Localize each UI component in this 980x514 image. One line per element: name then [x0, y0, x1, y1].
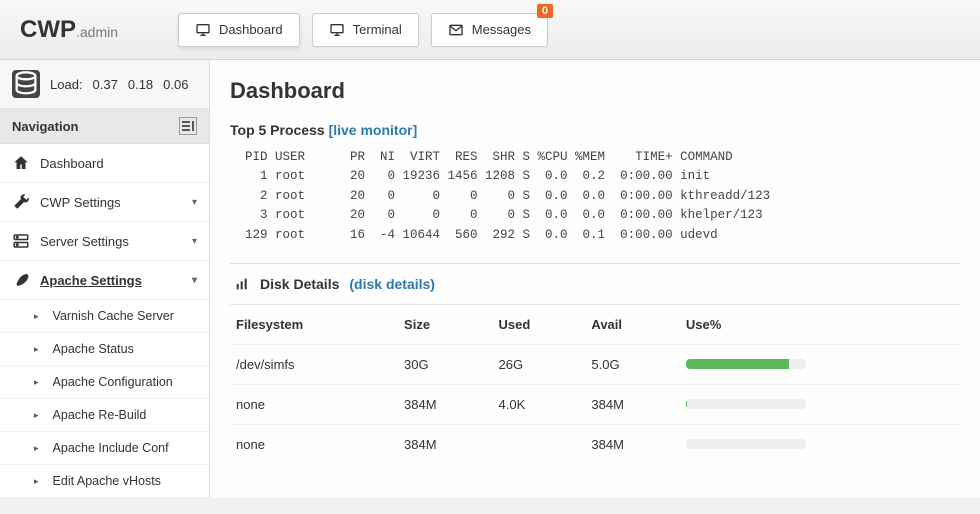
- cell-fs: /dev/simfs: [230, 344, 398, 384]
- load-box: Load: 0.37 0.18 0.06: [0, 60, 209, 109]
- sidebar-sub-apache-include[interactable]: Apache Include Conf: [0, 432, 209, 465]
- cell-fs: none: [230, 384, 398, 424]
- sidebar-item-label: Apache Settings: [40, 273, 142, 288]
- cell-fs: none: [230, 424, 398, 464]
- home-icon: [12, 154, 30, 172]
- terminal-tab[interactable]: Terminal: [312, 13, 419, 47]
- cell-used: 26G: [493, 344, 586, 384]
- terminal-icon: [329, 22, 345, 38]
- th-usep: Use%: [680, 305, 960, 345]
- usage-bar: [686, 359, 806, 369]
- cell-size: 384M: [398, 424, 492, 464]
- load-label: Load:: [50, 77, 83, 92]
- disk-details-link[interactable]: (disk details): [349, 276, 435, 292]
- sidebar-item-server-settings[interactable]: Server Settings: [0, 222, 209, 261]
- monitor-icon: [195, 22, 211, 38]
- th-used: Used: [493, 305, 586, 345]
- live-monitor-link[interactable]: [live monitor]: [329, 122, 418, 138]
- nav-collapse-icon[interactable]: [179, 117, 197, 135]
- disk-panel-header: Disk Details (disk details): [230, 264, 960, 305]
- dashboard-tab-label: Dashboard: [219, 22, 283, 37]
- cell-usep: [680, 384, 960, 424]
- disk-panel-title: Disk Details: [260, 276, 339, 292]
- messages-badge: 0: [537, 4, 553, 18]
- cell-size: 30G: [398, 344, 492, 384]
- main-content: Dashboard Top 5 Process [live monitor] P…: [210, 60, 980, 498]
- table-row: none384M4.0K384M: [230, 384, 960, 424]
- usage-bar: [686, 439, 806, 449]
- th-size: Size: [398, 305, 492, 345]
- cell-avail: 384M: [585, 424, 679, 464]
- cell-usep: [680, 344, 960, 384]
- process-heading: Top 5 Process [live monitor]: [230, 122, 960, 138]
- topnav: Dashboard Terminal Messages 0: [178, 13, 548, 47]
- cell-avail: 384M: [585, 384, 679, 424]
- sidebar-sub-apache-vhosts[interactable]: Edit Apache vHosts: [0, 465, 209, 498]
- dashboard-tab[interactable]: Dashboard: [178, 13, 300, 47]
- page-title: Dashboard: [230, 78, 960, 104]
- sidebar-item-apache-settings[interactable]: Apache Settings: [0, 261, 209, 300]
- nav-header: Navigation: [0, 109, 209, 144]
- sidebar-item-cwp-settings[interactable]: CWP Settings: [0, 183, 209, 222]
- database-icon: [12, 70, 40, 98]
- sidebar-item-label: Server Settings: [40, 234, 129, 249]
- cell-used: 4.0K: [493, 384, 586, 424]
- nav-header-label: Navigation: [12, 119, 78, 134]
- sidebar-sub-apache-conf[interactable]: Apache Configuration: [0, 366, 209, 399]
- process-heading-text: Top 5 Process: [230, 122, 329, 138]
- load-3: 0.06: [163, 77, 188, 92]
- table-row: none384M384M: [230, 424, 960, 464]
- logo: CWP.admin: [20, 16, 118, 44]
- envelope-icon: [448, 22, 464, 38]
- cell-size: 384M: [398, 384, 492, 424]
- messages-tab-label: Messages: [472, 22, 531, 37]
- wrench-icon: [12, 193, 30, 211]
- load-1: 0.37: [93, 77, 118, 92]
- load-2: 0.18: [128, 77, 153, 92]
- disk-table: Filesystem Size Used Avail Use% /dev/sim…: [230, 305, 960, 464]
- process-table: PID USER PR NI VIRT RES SHR S %CPU %MEM …: [230, 148, 960, 245]
- sidebar: Load: 0.37 0.18 0.06 Navigation Dashboar…: [0, 60, 210, 498]
- logo-sub: .admin: [76, 24, 118, 40]
- logo-main: CWP: [20, 16, 76, 43]
- sidebar-item-label: Dashboard: [40, 156, 104, 171]
- sidebar-item-dashboard[interactable]: Dashboard: [0, 144, 209, 183]
- th-avail: Avail: [585, 305, 679, 345]
- sidebar-sub-varnish[interactable]: Varnish Cache Server: [0, 300, 209, 333]
- usage-bar: [686, 399, 806, 409]
- server-icon: [12, 232, 30, 250]
- cell-avail: 5.0G: [585, 344, 679, 384]
- cell-usep: [680, 424, 960, 464]
- table-row: /dev/simfs30G26G5.0G: [230, 344, 960, 384]
- sidebar-sub-apache-status[interactable]: Apache Status: [0, 333, 209, 366]
- th-filesystem: Filesystem: [230, 305, 398, 345]
- topbar: CWP.admin Dashboard Terminal Messages 0: [0, 0, 980, 60]
- sidebar-item-label: CWP Settings: [40, 195, 121, 210]
- messages-tab[interactable]: Messages 0: [431, 13, 548, 47]
- disk-panel: Disk Details (disk details) Filesystem S…: [230, 263, 960, 464]
- sidebar-sub-apache-rebuild[interactable]: Apache Re-Build: [0, 399, 209, 432]
- terminal-tab-label: Terminal: [353, 22, 402, 37]
- bar-chart-icon: [234, 276, 250, 292]
- feather-icon: [12, 271, 30, 289]
- cell-used: [493, 424, 586, 464]
